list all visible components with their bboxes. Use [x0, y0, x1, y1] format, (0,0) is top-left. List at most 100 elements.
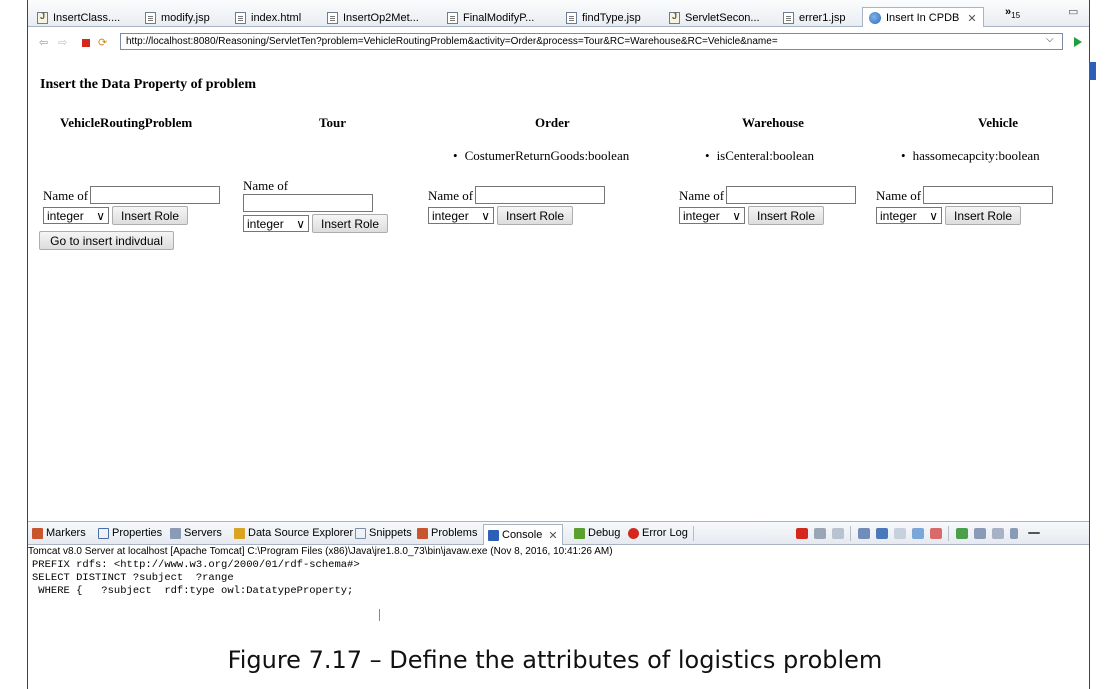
field-group-vehicle: Name of integer ∨ Insert Role [876, 186, 1054, 225]
close-icon[interactable]: ✕ [967, 12, 976, 25]
view-menu-icon[interactable] [1010, 528, 1018, 539]
page-heading: Insert the Data Property of problem [40, 77, 257, 92]
editor-tab-strip: InsertClass.... modify.jsp index.html In… [28, 0, 1089, 28]
field-group-order: Name of integer ∨ Insert Role [428, 186, 606, 225]
name-input[interactable] [243, 194, 373, 212]
tab-finalmodifyp[interactable]: FinalModifyP... [447, 9, 534, 27]
tab-problems[interactable]: Problems [417, 527, 477, 539]
name-label: Name of [679, 188, 725, 203]
tab-debug[interactable]: Debug [574, 527, 620, 539]
console-line: WHERE { ?subject rdf:type owl:DatatypePr… [32, 585, 354, 597]
tab-insertclass[interactable]: InsertClass.... [37, 9, 120, 27]
chevron-down-icon: ∨ [481, 208, 490, 223]
error-log-icon [628, 527, 639, 539]
tab-servers[interactable]: Servers [170, 527, 222, 539]
clear-console-icon[interactable] [858, 528, 870, 539]
file-icon [235, 12, 246, 24]
url-field[interactable]: http://localhost:8080/Reasoning/ServletT… [120, 33, 1063, 50]
servers-icon [170, 527, 181, 539]
refresh-icon[interactable]: ⟳ [98, 36, 107, 49]
tab-data-source-explorer[interactable]: Data Source Explorer [234, 527, 353, 539]
file-icon [447, 12, 458, 24]
tab-error-log[interactable]: Error Log [628, 527, 688, 539]
show-on-error-icon[interactable] [930, 528, 942, 539]
column-title-vehicle: Vehicle [978, 115, 1018, 130]
insert-role-button[interactable]: Insert Role [112, 206, 189, 225]
divider [693, 526, 694, 541]
tab-label: Console [502, 529, 543, 541]
go-to-insert-individual-button[interactable]: Go to insert indivdual [39, 231, 174, 250]
figure-frame-right [1089, 0, 1090, 689]
minimize-icon[interactable] [1028, 532, 1040, 534]
chevron-down-icon: ∨ [96, 208, 105, 223]
column-title-order: Order [535, 115, 570, 130]
type-select-value: integer [432, 208, 469, 223]
console-line: PREFIX rdfs: <http://www.w3.org/2000/01/… [32, 559, 360, 571]
name-input[interactable] [726, 186, 857, 204]
tab-label: modify.jsp [161, 12, 210, 24]
remove-all-icon[interactable] [832, 528, 844, 539]
tab-insert-in-cpdb[interactable]: Insert In CPDB ✕ [862, 7, 984, 28]
type-select[interactable]: integer ∨ [428, 207, 494, 224]
insert-role-button[interactable]: Insert Role [945, 206, 1022, 225]
type-select-value: integer [247, 216, 284, 231]
type-select-value: integer [683, 208, 720, 223]
name-label: Name of [428, 188, 474, 203]
type-select-value: integer [47, 208, 84, 223]
view-toolbar-icon[interactable] [1089, 62, 1096, 80]
browser-page: Insert the Data Property of problem Vehi… [28, 55, 1089, 520]
type-select[interactable]: integer ∨ [243, 215, 309, 232]
tab-label: errer1.jsp [799, 12, 846, 24]
tab-overflow-count: 15 [1011, 11, 1021, 21]
file-icon [145, 12, 156, 24]
close-icon[interactable]: ✕ [548, 529, 557, 542]
scroll-lock-icon[interactable] [876, 528, 888, 539]
console-process-title: Tomcat v8.0 Server at localhost [Apache … [28, 546, 613, 557]
word-wrap-icon[interactable] [894, 528, 906, 539]
tab-label: Debug [588, 527, 621, 539]
tab-label: findType.jsp [582, 12, 641, 24]
type-select[interactable]: integer ∨ [679, 207, 745, 224]
tab-servletsecon[interactable]: ServletSecon... [669, 9, 760, 27]
database-icon [234, 527, 245, 539]
tab-errer1-jsp[interactable]: errer1.jsp [783, 9, 845, 27]
tab-modify-jsp[interactable]: modify.jsp [145, 9, 210, 27]
divider [850, 526, 851, 541]
problems-icon [417, 527, 428, 539]
pin-console-icon[interactable] [956, 528, 968, 539]
name-input[interactable] [923, 186, 1054, 204]
tab-index-html[interactable]: index.html [235, 9, 301, 27]
display-console-icon[interactable] [974, 528, 986, 539]
console-output[interactable]: PREFIX rdfs: <http://www.w3.org/2000/01/… [28, 559, 1089, 629]
chevron-down-icon: ∨ [296, 216, 305, 231]
tab-findtype-jsp[interactable]: findType.jsp [566, 9, 641, 27]
tab-console[interactable]: Console ✕ [483, 524, 563, 545]
tab-insertop2met[interactable]: InsertOp2Met... [327, 9, 419, 27]
java-file-icon [669, 11, 680, 24]
insert-role-button[interactable]: Insert Role [748, 206, 825, 225]
tab-snippets[interactable]: Snippets [355, 527, 412, 539]
type-select[interactable]: integer ∨ [876, 207, 942, 224]
name-input[interactable] [475, 186, 606, 204]
chevron-down-icon[interactable]: ⌵ [1046, 34, 1054, 45]
forward-arrow-icon[interactable]: ⇨ [58, 36, 67, 49]
insert-role-button[interactable]: Insert Role [312, 214, 389, 233]
terminate-icon[interactable] [796, 528, 808, 539]
tab-properties[interactable]: Properties [98, 527, 162, 539]
type-select[interactable]: integer ∨ [43, 207, 109, 224]
name-input[interactable] [90, 186, 221, 204]
tab-label: Servers [184, 527, 222, 539]
tab-label: Properties [112, 527, 163, 539]
show-on-output-icon[interactable] [912, 528, 924, 539]
open-console-icon[interactable] [992, 528, 1004, 539]
minimize-icon[interactable]: ▭ [1068, 5, 1078, 18]
java-file-icon [37, 11, 48, 24]
tab-markers[interactable]: Markers [32, 527, 86, 539]
tab-overflow-button[interactable]: »15 [1005, 6, 1020, 20]
back-arrow-icon[interactable]: ⇦ [39, 36, 48, 49]
go-icon[interactable] [1074, 37, 1082, 47]
insert-role-button[interactable]: Insert Role [497, 206, 574, 225]
tab-label: ServletSecon... [685, 12, 760, 24]
remove-launch-icon[interactable] [814, 528, 826, 539]
stop-icon[interactable] [82, 39, 90, 47]
